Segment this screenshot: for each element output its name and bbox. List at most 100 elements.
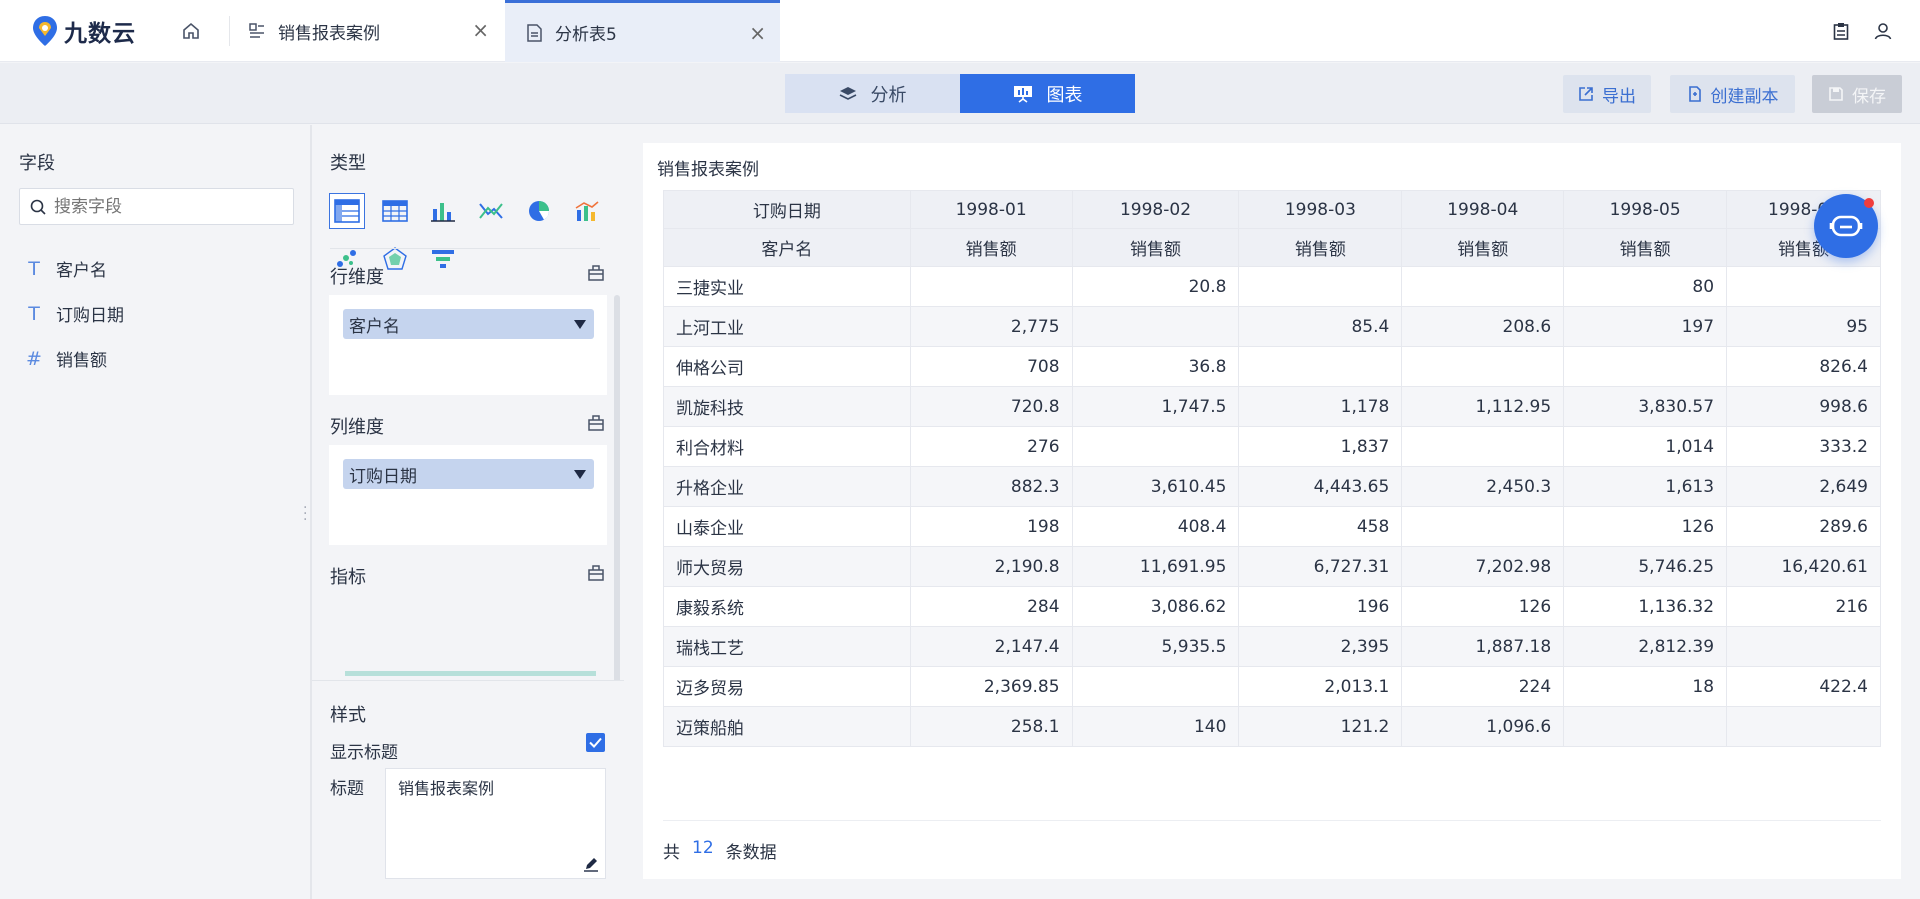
header-cell[interactable]: 1998-01 bbox=[909, 190, 1073, 229]
sales-value-cell[interactable]: 126 bbox=[1563, 506, 1728, 547]
sales-value-cell[interactable]: 1,747.5 bbox=[1071, 386, 1240, 427]
sales-value-cell[interactable] bbox=[1401, 266, 1565, 307]
sales-value-cell[interactable]: 7,202.98 bbox=[1401, 546, 1565, 587]
sales-value-cell[interactable]: 1,136.32 bbox=[1563, 586, 1728, 627]
header-cell[interactable]: 客户名 bbox=[663, 228, 911, 267]
sales-value-cell[interactable]: 2,190.8 bbox=[909, 546, 1073, 587]
sales-value-cell[interactable]: 333.2 bbox=[1726, 426, 1881, 467]
sales-value-cell[interactable]: 208.6 bbox=[1401, 306, 1565, 347]
customer-name-cell[interactable]: 凯旋科技 bbox=[663, 386, 911, 427]
sales-value-cell[interactable] bbox=[1238, 266, 1403, 307]
sales-value-cell[interactable]: 5,935.5 bbox=[1071, 626, 1240, 667]
field-search[interactable] bbox=[19, 188, 294, 225]
sales-value-cell[interactable]: 196 bbox=[1238, 586, 1403, 627]
sales-value-cell[interactable] bbox=[1401, 346, 1565, 387]
sales-value-cell[interactable]: 998.6 bbox=[1726, 386, 1881, 427]
tab-analysis-5[interactable]: 分析表5 × bbox=[505, 0, 780, 62]
sales-value-cell[interactable]: 2,775 bbox=[909, 306, 1073, 347]
customer-name-cell[interactable]: 迈多贸易 bbox=[663, 666, 911, 707]
sales-value-cell[interactable]: 36.8 bbox=[1071, 346, 1240, 387]
sales-value-cell[interactable] bbox=[1071, 666, 1240, 707]
caret-down-icon[interactable] bbox=[574, 470, 586, 479]
sales-value-cell[interactable]: 720.8 bbox=[909, 386, 1073, 427]
sales-value-cell[interactable] bbox=[1563, 706, 1728, 747]
sales-value-cell[interactable] bbox=[1071, 306, 1240, 347]
sales-value-cell[interactable]: 458 bbox=[1238, 506, 1403, 547]
sales-value-cell[interactable]: 198 bbox=[909, 506, 1073, 547]
header-cell[interactable]: 销售额 bbox=[1563, 228, 1728, 267]
customer-name-cell[interactable]: 山泰企业 bbox=[663, 506, 911, 547]
sales-value-cell[interactable]: 3,610.45 bbox=[1071, 466, 1240, 507]
customer-name-cell[interactable]: 升格企业 bbox=[663, 466, 911, 507]
metric-pill[interactable] bbox=[345, 671, 596, 676]
sales-value-cell[interactable]: 1,112.95 bbox=[1401, 386, 1565, 427]
header-cell[interactable]: 1998-05 bbox=[1563, 190, 1728, 229]
column-dimension-dropzone[interactable]: 订购日期 bbox=[329, 445, 607, 545]
clear-icon[interactable] bbox=[587, 414, 605, 432]
home-icon[interactable] bbox=[178, 18, 204, 44]
sales-value-cell[interactable]: 2,812.39 bbox=[1563, 626, 1728, 667]
row-dimension-dropzone[interactable]: 客户名 bbox=[329, 295, 607, 395]
customer-name-cell[interactable]: 上河工业 bbox=[663, 306, 911, 347]
sales-value-cell[interactable]: 826.4 bbox=[1726, 346, 1881, 387]
combo-chart-icon[interactable] bbox=[569, 193, 605, 229]
create-copy-button[interactable]: 创建副本 bbox=[1670, 75, 1795, 113]
field-order-date[interactable]: T 订购日期 bbox=[26, 301, 124, 327]
sales-value-cell[interactable]: 882.3 bbox=[909, 466, 1073, 507]
header-cell[interactable]: 订购日期 bbox=[663, 190, 911, 229]
customer-name-cell[interactable]: 瑞栈工艺 bbox=[663, 626, 911, 667]
sales-value-cell[interactable] bbox=[1238, 346, 1403, 387]
sales-value-cell[interactable]: 126 bbox=[1401, 586, 1565, 627]
close-icon[interactable]: × bbox=[749, 23, 766, 43]
sales-value-cell[interactable]: 5,746.25 bbox=[1563, 546, 1728, 587]
table-row[interactable]: 瑞栈工艺 2,147.4 5,935.5 2,395 1,887.18 2,812.39 bbox=[663, 626, 1881, 667]
sales-value-cell[interactable]: 1,178 bbox=[1238, 386, 1403, 427]
sales-value-cell[interactable]: 18 bbox=[1563, 666, 1728, 707]
table-row[interactable]: 凯旋科技 720.8 1,747.5 1,178 1,112.95 3,830.57 998… bbox=[663, 386, 1881, 427]
sales-value-cell[interactable]: 258.1 bbox=[909, 706, 1073, 747]
sales-value-cell[interactable]: 3,086.62 bbox=[1071, 586, 1240, 627]
table-row[interactable]: 师大贸易 2,190.8 11,691.95 6,727.31 7,202.98 5,74… bbox=[663, 546, 1881, 587]
sales-value-cell[interactable]: 1,096.6 bbox=[1401, 706, 1565, 747]
header-cell[interactable]: 销售额 bbox=[909, 228, 1073, 267]
column-dimension-pill[interactable]: 订购日期 bbox=[343, 459, 594, 489]
export-button[interactable]: 导出 bbox=[1563, 75, 1651, 113]
sales-value-cell[interactable] bbox=[1071, 426, 1240, 467]
table-row[interactable]: 迈策船舶 258.1 140 121.2 1,096.6 bbox=[663, 706, 1881, 747]
sales-value-cell[interactable]: 1,887.18 bbox=[1401, 626, 1565, 667]
table-row[interactable]: 山泰企业 198 408.4 458 126 289.6 bbox=[663, 506, 1881, 547]
save-button[interactable]: 保存 bbox=[1812, 75, 1902, 113]
header-cell[interactable]: 销售额 bbox=[1071, 228, 1240, 267]
sales-value-cell[interactable]: 85.4 bbox=[1238, 306, 1403, 347]
chart-view-button[interactable]: 图表 bbox=[960, 74, 1135, 113]
sales-value-cell[interactable] bbox=[1563, 346, 1728, 387]
sales-value-cell[interactable]: 11,691.95 bbox=[1071, 546, 1240, 587]
sales-value-cell[interactable]: 80 bbox=[1563, 266, 1728, 307]
sales-value-cell[interactable]: 20.8 bbox=[1071, 266, 1240, 307]
pie-chart-icon[interactable] bbox=[521, 193, 557, 229]
close-icon[interactable]: × bbox=[472, 20, 489, 40]
header-cell[interactable]: 1998-02 bbox=[1071, 190, 1240, 229]
table-row[interactable]: 康毅系统 284 3,086.62 196 126 1,136.32 216 bbox=[663, 586, 1881, 627]
pivot-table-icon[interactable] bbox=[329, 193, 365, 229]
caret-down-icon[interactable] bbox=[574, 320, 586, 329]
sales-value-cell[interactable]: 16,420.61 bbox=[1726, 546, 1881, 587]
sales-value-cell[interactable] bbox=[1401, 506, 1565, 547]
sales-value-cell[interactable]: 2,369.85 bbox=[909, 666, 1073, 707]
row-dimension-pill[interactable]: 客户名 bbox=[343, 309, 594, 339]
customer-name-cell[interactable]: 师大贸易 bbox=[663, 546, 911, 587]
app-logo[interactable]: 九数云 bbox=[30, 14, 136, 48]
header-cell[interactable]: 1998-04 bbox=[1401, 190, 1565, 229]
resize-handle-icon[interactable]: · · · bbox=[303, 501, 307, 527]
sales-value-cell[interactable]: 121.2 bbox=[1238, 706, 1403, 747]
sales-value-cell[interactable]: 289.6 bbox=[1726, 506, 1881, 547]
sales-value-cell[interactable]: 2,013.1 bbox=[1238, 666, 1403, 707]
bar-chart-icon[interactable] bbox=[425, 193, 461, 229]
show-title-checkbox[interactable] bbox=[586, 733, 605, 752]
sales-value-cell[interactable]: 2,147.4 bbox=[909, 626, 1073, 667]
header-cell[interactable]: 销售额 bbox=[1401, 228, 1565, 267]
sales-value-cell[interactable]: 6,727.31 bbox=[1238, 546, 1403, 587]
line-chart-icon[interactable] bbox=[473, 193, 509, 229]
table-row[interactable]: 三捷实业 20.8 80 bbox=[663, 266, 1881, 307]
customer-name-cell[interactable]: 三捷实业 bbox=[663, 266, 911, 307]
